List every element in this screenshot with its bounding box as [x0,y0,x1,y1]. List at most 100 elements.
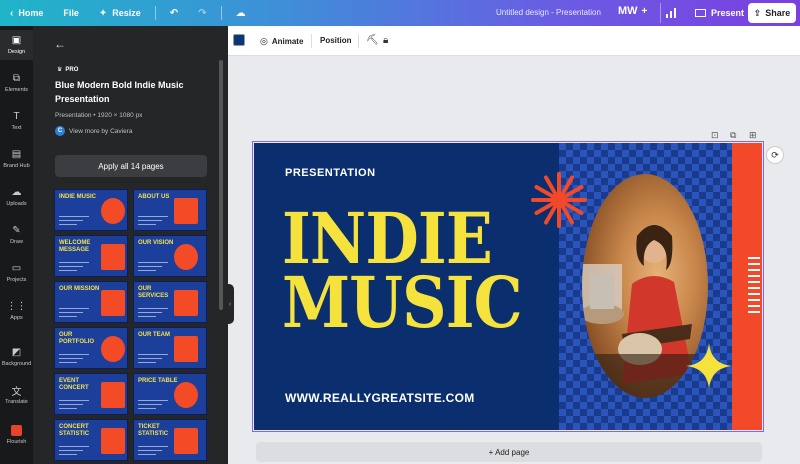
slide-eyebrow-text[interactable]: PRESENTATION [285,167,376,179]
home-button[interactable]: ‹ Home [0,0,53,26]
thumbnail-text-line [138,220,162,221]
slide-canvas[interactable]: PRESENTATION INDIE MUSIC WWW.REALLYGREAT… [252,141,764,432]
undo-button[interactable]: ↶ [160,0,188,26]
template-thumbnail[interactable]: WELCOME MESSAGE [54,235,128,277]
thumbnail-text-line [59,354,89,355]
thumbnail-text-line [59,220,83,221]
insights-button[interactable] [660,3,682,23]
thumbnail-text-line [59,224,77,225]
divider [358,34,359,48]
share-button[interactable]: ⇪ Share [748,3,796,23]
thumbnail-text-line [138,446,168,447]
thumbnail-text-line [59,308,89,309]
back-arrow-icon[interactable]: ← [54,37,66,51]
slide-headline[interactable]: INDIE MUSIC [282,204,523,338]
draw-icon: ✎ [12,225,21,236]
rail-item-translate[interactable]: 文 Translate [0,380,33,410]
template-thumbnail[interactable]: OUR VISION [133,235,207,277]
rail-item-apps[interactable]: ⋮⋮ Apps [0,296,33,326]
template-thumbnail[interactable]: INDIE MUSIC [54,189,128,231]
panel-scrollbar[interactable] [219,60,223,310]
canvas-toolbar: ◎ Animate Position ⛏ 🔒︎ [228,26,800,56]
thumbnail-text-line [138,316,156,317]
template-meta: Presentation • 1920 × 1080 px [55,112,143,119]
rail-item-background[interactable]: ◩ Background [0,342,33,372]
thumbnail-text-line [59,404,83,405]
thumbnail-graphic [101,336,125,362]
thumbnail-graphic [101,382,125,408]
thumbnail-text-line [138,216,168,217]
redo-button[interactable]: ↷ [188,0,216,26]
duplicate-page-icon[interactable]: ⧉ [730,130,736,141]
template-thumbnail[interactable]: ABOUT US [133,189,207,231]
user-avatar[interactable]: MW + [618,5,647,17]
thumbnail-text-line [138,450,162,451]
thumbnail-text-line [59,408,77,409]
apply-all-pages-button[interactable]: Apply all 14 pages [55,155,207,177]
template-thumbnail[interactable]: EVENT CONCERT [54,373,128,415]
upload-icon: ⇪ [753,7,762,18]
thumbnail-text-line [138,266,162,267]
left-rail: ▣ Design ⧉ Elements T Text ▤ Brand Hub ☁ Uplo… [0,26,33,464]
elements-icon: ⧉ [12,73,21,84]
template-thumbnail[interactable]: CONCERT STATISTIC [54,419,128,461]
present-icon [695,8,706,17]
animate-button[interactable]: ◎ Animate [260,36,303,47]
rail-item-flourish[interactable]: Flourish [0,420,33,450]
thumbnail-title: EVENT CONCERT [59,378,89,391]
design-panel: ← ♛ PRO Blue Modern Bold Indie Music Pre… [33,26,228,464]
template-thumbnail[interactable]: OUR SERVICES [133,281,207,323]
resize-button[interactable]: ✦ Resize [89,0,151,26]
thumbnail-title: WELCOME MESSAGE [59,240,91,253]
rail-item-elements[interactable]: ⧉ Elements [0,68,33,98]
rail-item-draw[interactable]: ✎ Draw [0,220,33,250]
file-menu-button[interactable]: File [53,0,89,26]
template-thumbnail[interactable]: PRICE TABLE [133,373,207,415]
white-stripes [748,257,760,317]
rail-item-design[interactable]: ▣ Design [0,30,33,60]
bar-chart-icon [666,8,676,18]
rail-item-brand-hub[interactable]: ▤ Brand Hub [0,144,33,174]
collapse-panel-handle[interactable]: ‹ [226,284,234,324]
thumbnail-graphic [174,336,198,362]
rail-item-uploads[interactable]: ☁ Uploads [0,182,33,212]
add-page-button[interactable]: + Add page [256,442,762,462]
document-title[interactable]: Untitled design - Presentation [496,8,601,17]
template-author-link[interactable]: C View more by Caviera [55,126,132,136]
thumbnail-text-line [59,270,77,271]
template-thumbnail[interactable]: OUR PORTFOLIO [54,327,128,369]
animate-icon: ◎ [260,36,268,46]
template-thumbnail[interactable]: OUR TEAM [133,327,207,369]
refresh-icon[interactable]: ⟳ [766,146,784,164]
cloud-save-status[interactable]: ☁ [226,0,256,26]
thumbnail-title: PRICE TABLE [138,378,178,384]
thumbnail-text-line [59,358,83,359]
sunburst-icon[interactable] [529,170,589,230]
lock-icon[interactable]: 🔒︎ [383,35,388,46]
slide-url-text[interactable]: WWW.REALLYGREATSITE.COM [285,391,475,405]
background-color-swatch[interactable] [233,34,245,46]
position-button[interactable]: Position [320,36,352,45]
paint-roller-icon[interactable]: ⛏ [366,35,379,46]
present-button[interactable]: Present [687,3,752,23]
template-thumbnail[interactable]: OUR MISSION [54,281,128,323]
lock-page-icon[interactable]: ⊡ [711,130,719,141]
top-bar: ‹ Home File ✦ Resize ↶ ↷ ☁ Untitled desi… [0,0,800,26]
rail-item-text[interactable]: T Text [0,106,33,136]
thumbnail-text-line [59,262,89,263]
thumbnail-text-line [59,316,77,317]
rail-item-projects[interactable]: ▭ Projects [0,258,33,288]
apps-icon: ⋮⋮ [6,301,27,312]
sparkle-icon[interactable] [686,343,732,389]
thumbnail-text-line [59,362,77,363]
plus-icon: + [641,5,648,17]
thumbnail-text-line [138,362,156,363]
thumbnail-text-line [59,446,89,447]
template-thumbnail[interactable]: TICKET STATISTIC [133,419,207,461]
thumbnail-text-line [138,270,156,271]
add-page-icon[interactable]: ⊞ [749,130,757,141]
thumbnail-text-line [59,216,89,217]
redo-icon: ↷ [198,7,207,19]
thumbnail-graphic [101,244,125,270]
thumbnail-text-line [138,224,156,225]
